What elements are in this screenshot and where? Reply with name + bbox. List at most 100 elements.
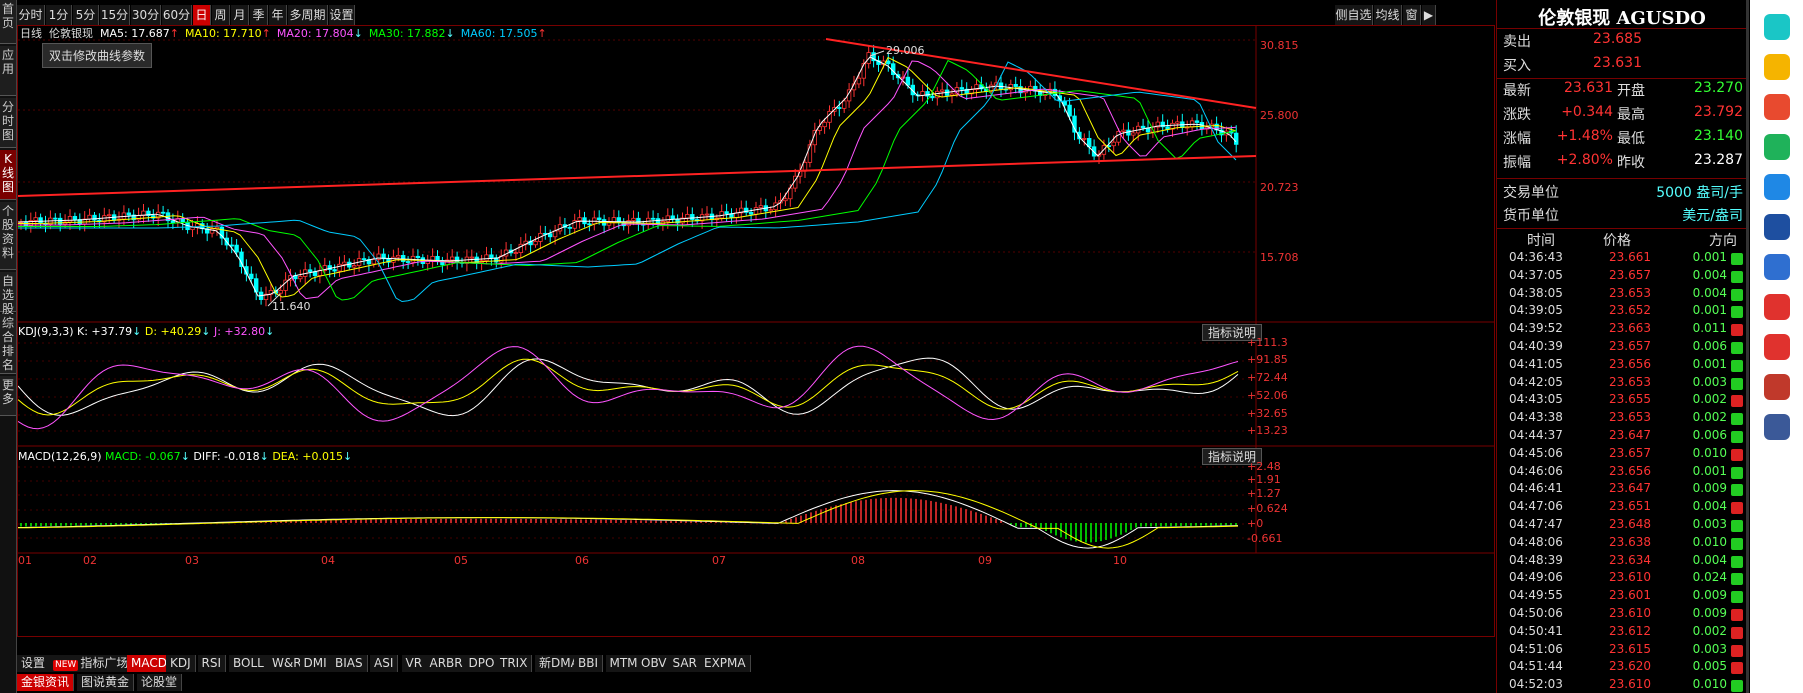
indicator-settings-tab[interactable]: 设置 <box>17 655 51 672</box>
indicator-tab[interactable]: TRIX <box>496 655 533 672</box>
left-nav-5[interactable]: 自选股 <box>0 272 16 316</box>
indicator-tab[interactable]: OBV <box>637 655 672 672</box>
candle-body <box>758 205 764 209</box>
tick-volume: 0.004 <box>1692 285 1727 300</box>
period-3[interactable]: 15分 <box>100 5 130 25</box>
tick-time: 04:49:55 <box>1509 588 1563 603</box>
candle-body <box>1194 120 1200 123</box>
tick-price: 23.656 <box>1609 356 1651 371</box>
period-6[interactable]: 日 <box>193 5 211 25</box>
game-icon[interactable] <box>1764 374 1790 400</box>
period-7[interactable]: 周 <box>212 5 230 25</box>
left-nav-1[interactable]: 应用 <box>0 46 16 96</box>
tongshi-icon[interactable] <box>1764 214 1790 240</box>
news-tab[interactable]: 金银资讯 <box>17 674 75 691</box>
free-novel-icon[interactable] <box>1764 294 1790 320</box>
indicator-tab[interactable]: DMI <box>299 655 332 672</box>
red-packet-icon[interactable] <box>1764 334 1790 360</box>
down-arrow-icon <box>1731 253 1743 265</box>
indicator-tab[interactable]: BOLL <box>229 655 269 672</box>
news-tab[interactable]: 图说黄金 <box>77 674 135 691</box>
period-10[interactable]: 年 <box>269 5 287 25</box>
candle-body <box>567 226 572 229</box>
weibo-icon[interactable] <box>1764 94 1790 120</box>
tick-row: 04:43:38 23.653 0.002 <box>1497 410 1747 428</box>
left-nav-4[interactable]: 个股资料 <box>0 202 16 270</box>
kdj-axis-label: +72.44 <box>1247 371 1288 384</box>
star-icon[interactable] <box>1764 54 1790 80</box>
mail-icon[interactable] <box>1764 134 1790 160</box>
tick-time: 04:45:06 <box>1509 445 1563 460</box>
period-1[interactable]: 1分 <box>46 5 72 25</box>
news-tabs: 金银资讯 图说黄金 论股堂 <box>17 673 1495 693</box>
candle-body <box>361 258 367 261</box>
macd-axis-label: +0 <box>1247 517 1264 530</box>
left-nav-7[interactable]: 更多 <box>0 376 16 416</box>
p-app-icon[interactable] <box>1764 174 1790 200</box>
tick-list[interactable]: 04:36:43 23.661 0.001 04:37:05 23.657 0.004 04… <box>1497 250 1747 693</box>
tick-volume: 0.004 <box>1692 267 1727 282</box>
tick-row: 04:38:05 23.653 0.004 <box>1497 286 1747 304</box>
indicator-tab[interactable]: BBI <box>574 655 604 672</box>
plus-icon[interactable] <box>1764 14 1790 40</box>
left-nav-0[interactable]: 首页 <box>0 0 16 44</box>
candle-body <box>1013 84 1018 87</box>
left-nav-6[interactable]: 综合排名 <box>0 314 16 374</box>
indicator-square-tab[interactable]: NEW 指标广场 <box>49 655 134 672</box>
tick-price: 23.647 <box>1609 481 1651 496</box>
period-5[interactable]: 60分 <box>162 5 192 25</box>
chart-tool-0[interactable]: 侧自选 <box>1335 5 1373 25</box>
period-2[interactable]: 5分 <box>73 5 99 25</box>
indicator-tab[interactable]: RSI <box>197 655 226 672</box>
tick-volume: 0.006 <box>1692 428 1727 442</box>
tick-volume: 0.009 <box>1692 606 1727 620</box>
chart-tool-1[interactable]: 均线 <box>1374 5 1402 25</box>
period-9[interactable]: 季 <box>250 5 268 25</box>
left-nav: 首页 应用分时图 K线图个股资料自选股 综合排名更多 <box>0 0 17 693</box>
candle-body <box>1111 141 1116 147</box>
left-nav-3[interactable]: K线图 <box>0 150 16 200</box>
indicator-tab[interactable]: ARBR <box>425 655 468 672</box>
doc-icon[interactable] <box>1764 254 1790 280</box>
indicator-tab[interactable]: SAR <box>668 655 702 672</box>
candle-body <box>886 60 891 65</box>
period-0[interactable]: 分时 <box>17 5 45 25</box>
chart-tool-2[interactable]: 窗 <box>1403 5 1421 25</box>
tick-volume: 0.005 <box>1692 659 1727 674</box>
period-8[interactable]: 月 <box>231 5 249 25</box>
candle-body <box>577 217 582 222</box>
indicator-tab[interactable]: KDJ <box>166 655 196 672</box>
scroll-right-icon[interactable]: ▶ <box>1422 5 1436 25</box>
indicator-tab[interactable]: DPO <box>464 655 500 672</box>
news-tab[interactable]: 论股堂 <box>137 674 183 691</box>
candle-body <box>1140 125 1146 129</box>
period-4[interactable]: 30分 <box>131 5 161 25</box>
tick-time: 04:37:05 <box>1509 267 1563 282</box>
tick-volume: 0.001 <box>1692 250 1727 264</box>
candle-body <box>959 87 964 90</box>
kdj-j: J: +32.80↓ <box>213 325 275 338</box>
candle-body <box>940 89 945 92</box>
indicator-tab[interactable]: BIAS <box>331 655 368 672</box>
tick-time: 04:39:05 <box>1509 303 1563 318</box>
indicator-tab[interactable]: VR <box>401 655 428 672</box>
candle-body <box>822 121 827 128</box>
period-11[interactable]: 多周期 <box>288 5 328 25</box>
quote-scrollbar[interactable] <box>1746 0 1749 693</box>
down-arrow-icon <box>1731 431 1743 443</box>
kline-chart[interactable]: 日线 伦敦银现 MA5: 17.687↑ MA10: 17.710↑ MA20: 1… <box>17 25 1495 637</box>
period-12[interactable]: 设置 <box>329 5 355 25</box>
candle-body <box>239 251 244 267</box>
indicator-tab[interactable]: ASI <box>370 655 399 672</box>
macd-dea: DEA: +0.015↓ <box>272 450 353 463</box>
stat-label: 最新 <box>1503 83 1531 99</box>
candle-body <box>33 217 38 221</box>
sell-row: 卖出 23.685 <box>1503 31 1642 50</box>
tick-volume: 0.003 <box>1692 641 1727 656</box>
down-arrow-icon <box>1731 342 1743 354</box>
chart-type-label: 日线 <box>20 27 42 40</box>
left-nav-2[interactable]: 分时图 <box>0 98 16 148</box>
game2-icon[interactable] <box>1764 414 1790 440</box>
indicator-tab[interactable]: EXPMA <box>700 655 751 672</box>
candle-body <box>1057 95 1062 102</box>
